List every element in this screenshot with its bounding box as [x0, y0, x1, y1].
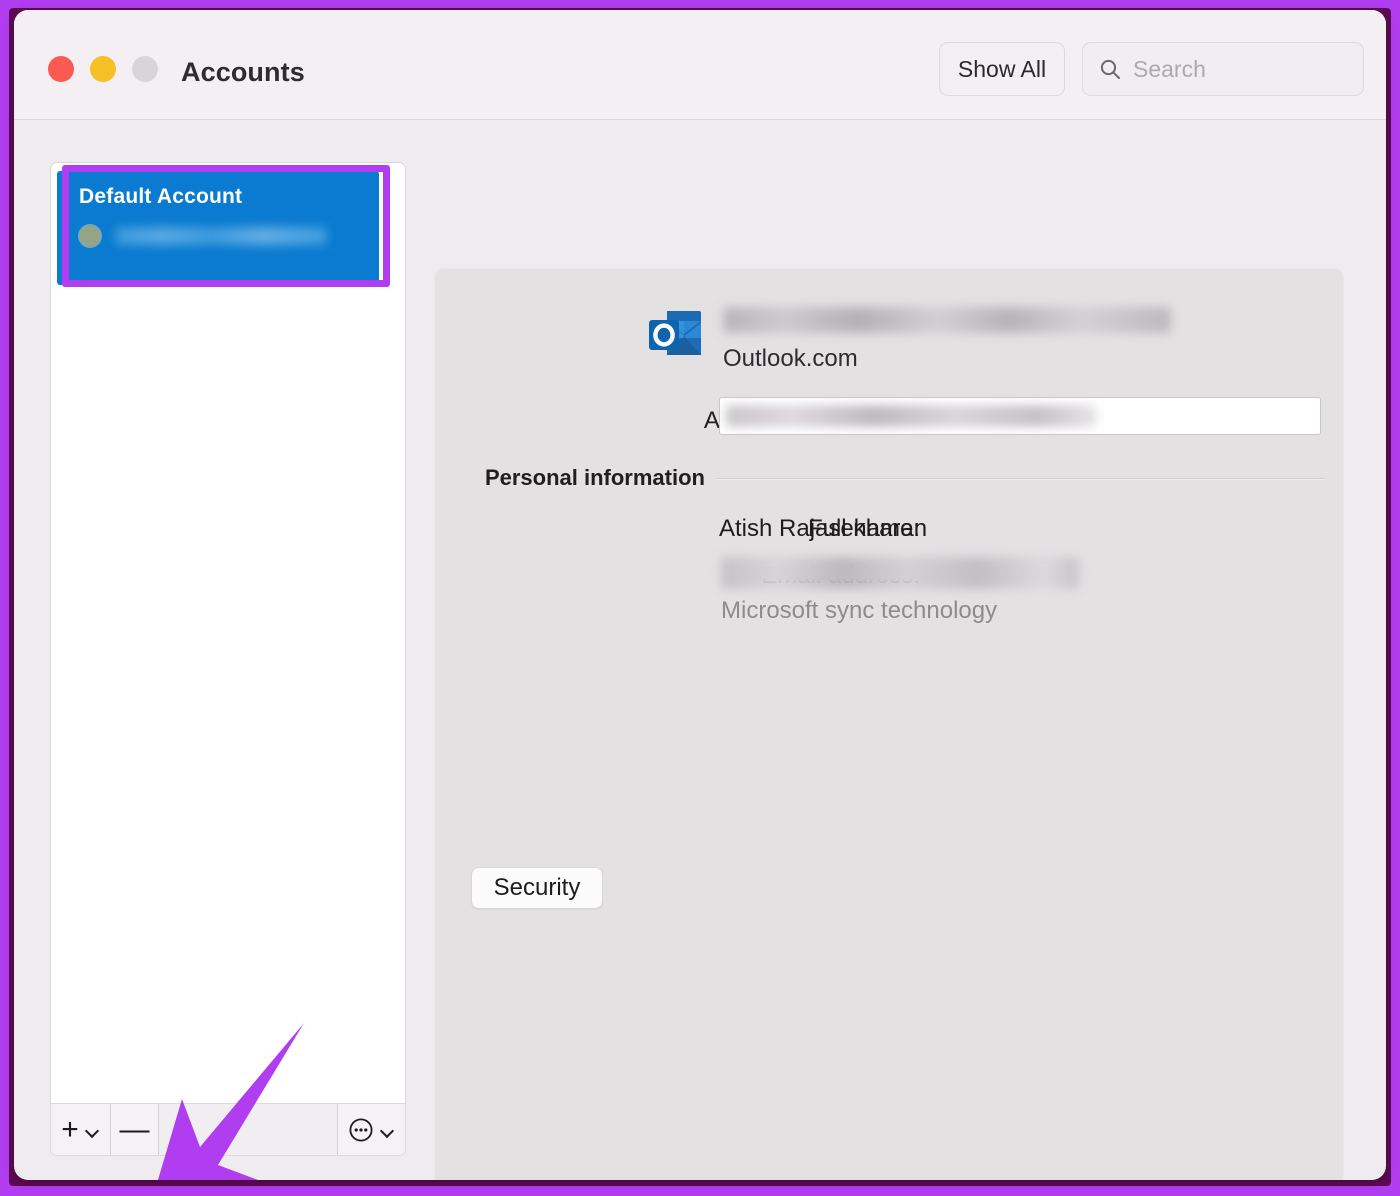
- account-header: Outlook.com: [647, 305, 1171, 373]
- window-titlebar: Accounts Show All Search: [14, 10, 1386, 120]
- redacted-account-email-header: [723, 307, 1171, 333]
- remove-account-button[interactable]: —: [111, 1104, 159, 1155]
- redacted-account-email: [115, 227, 327, 245]
- personal-information-heading: Personal information: [484, 465, 705, 490]
- accounts-sidebar: Default Account + —: [50, 162, 406, 1156]
- window-body: Default Account + — Outlook.com Personal…: [14, 120, 1386, 1180]
- chevron-down-icon: [87, 1126, 100, 1134]
- plus-icon: +: [61, 1112, 79, 1146]
- account-detail-panel: Outlook.com Account description: Persona…: [434, 268, 1344, 1180]
- account-provider: Outlook.com: [723, 345, 858, 372]
- account-subtitle-row: [79, 225, 379, 247]
- outlook-icon: [649, 311, 701, 355]
- section-divider: [717, 478, 1325, 480]
- more-options-button[interactable]: [337, 1104, 405, 1155]
- chevron-down-icon: [382, 1126, 395, 1134]
- minus-icon: —: [119, 1112, 150, 1146]
- close-button[interactable]: [48, 56, 74, 82]
- show-all-label: Show All: [957, 55, 1047, 82]
- security-button[interactable]: Security: [471, 867, 603, 909]
- show-all-button[interactable]: Show All: [939, 42, 1065, 96]
- search-placeholder: Search: [1133, 55, 1206, 82]
- accounts-list: Default Account: [51, 163, 405, 1105]
- sync-technology-note: Microsoft sync technology: [721, 597, 998, 624]
- accounts-toolbar: + —: [51, 1103, 405, 1155]
- accounts-preferences-window: Accounts Show All Search Default Account: [14, 10, 1386, 1180]
- zoom-button[interactable]: [132, 56, 158, 82]
- personal-information-section: Personal information: [435, 465, 1343, 495]
- account-description-field[interactable]: [719, 397, 1321, 435]
- ellipsis-circle-icon: [349, 1117, 373, 1142]
- search-icon: [1100, 59, 1120, 79]
- minimize-button[interactable]: [90, 56, 116, 82]
- redacted-email-address-value: [721, 557, 1079, 589]
- add-account-button[interactable]: +: [51, 1104, 111, 1155]
- status-dot-icon: [79, 225, 101, 247]
- list-item-default-account[interactable]: Default Account: [57, 171, 379, 285]
- account-title: Default Account: [79, 185, 243, 208]
- search-input[interactable]: Search: [1082, 42, 1364, 96]
- annotated-screenshot: Accounts Show All Search Default Account: [0, 0, 1400, 1196]
- toolbar-spacer: [159, 1104, 337, 1155]
- page-title: Accounts: [181, 57, 305, 87]
- full-name-value: Atish Rajasekharan: [719, 515, 928, 542]
- account-header-text: Outlook.com: [723, 305, 1171, 373]
- redacted-account-description-value: [726, 405, 1096, 427]
- security-button-label: Security: [493, 874, 581, 901]
